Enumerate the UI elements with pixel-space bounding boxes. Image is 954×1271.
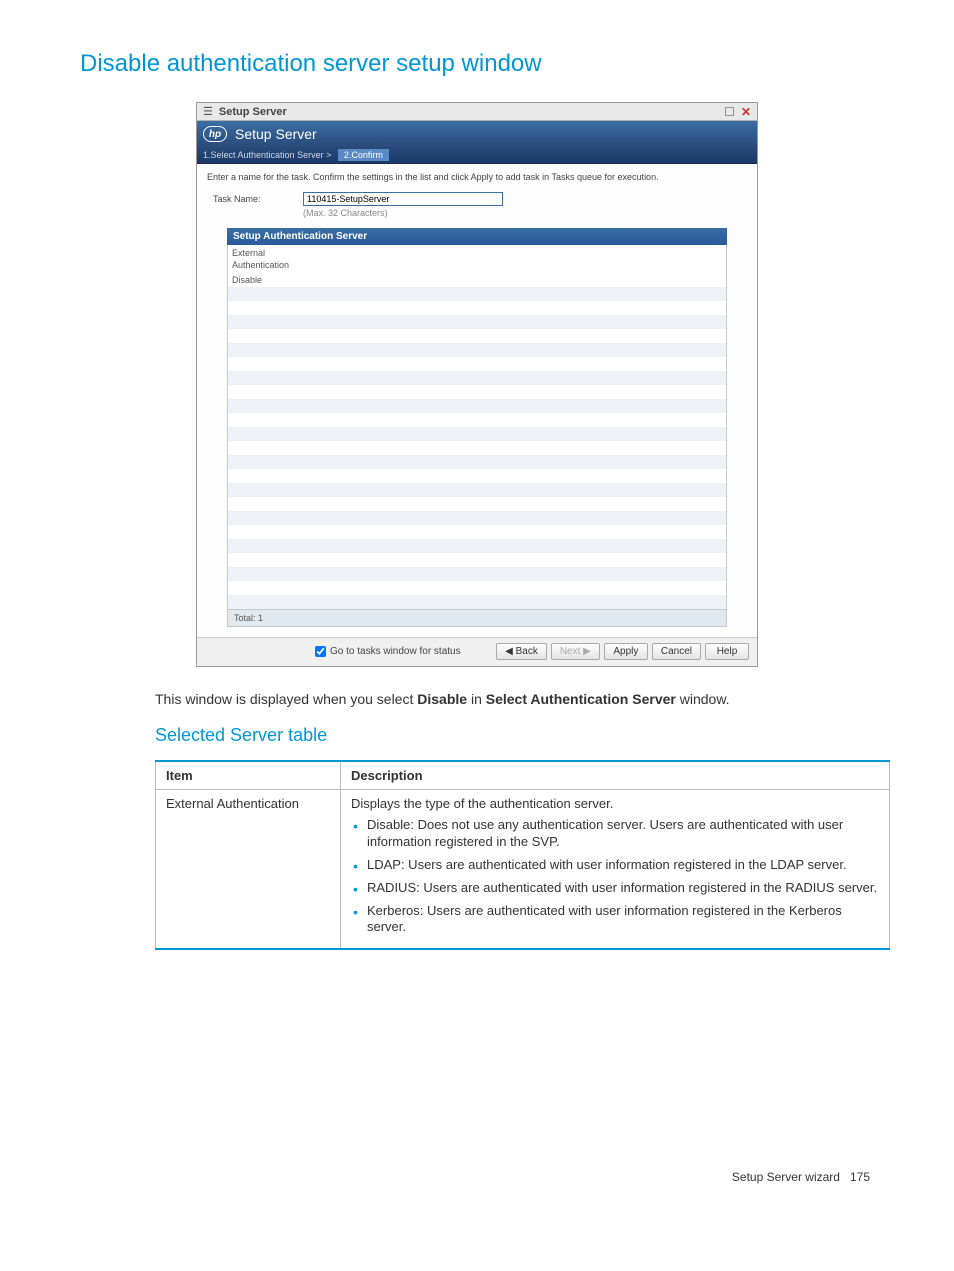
doc-td-desc: Displays the type of the authentication … [341,790,890,950]
body-text-bold1: Disable [417,691,467,707]
table-row-empty [228,329,726,343]
table-row-empty [228,315,726,329]
doc-th-desc: Description [341,761,890,790]
task-name-row: Task Name: (Max. 32 Characters) [207,192,747,218]
table-row-empty [228,413,726,427]
close-icon[interactable]: ✕ [741,105,751,119]
wizard-step-separator: > [326,150,331,160]
table-total: Total: 1 [227,610,727,627]
content-area: Enter a name for the task. Confirm the s… [197,164,757,637]
table-row-empty [228,385,726,399]
list-item: RADIUS: Users are authenticated with use… [351,880,879,897]
next-button-label: Next [560,646,581,657]
body-text-post: window. [676,691,730,707]
wizard-step-2: 2.Confirm [338,149,389,161]
table-row-empty [228,483,726,497]
doc-td-item: External Authentication [156,790,341,950]
doc-th-item: Item [156,761,341,790]
cancel-button[interactable]: Cancel [652,643,701,660]
list-item: Disable: Does not use any authentication… [351,817,879,851]
footer-bar: Go to tasks window for status ◀ Back Nex… [197,637,757,666]
back-button-label: Back [516,646,538,657]
list-item: LDAP: Users are authenticated with user … [351,857,879,874]
apply-button[interactable]: Apply [604,643,648,660]
table-row-empty [228,511,726,525]
list-item: Kerberos: Users are authenticated with u… [351,903,879,937]
table-row-empty [228,567,726,581]
body-text: This window is displayed when you select… [155,691,874,707]
table-row-empty [228,469,726,483]
footer-page-num: 175 [850,1170,870,1184]
next-button: Next ▶ [551,643,600,660]
maximize-icon[interactable]: ☐ [724,105,735,119]
body-text-mid: in [467,691,486,707]
body-text-bold2: Select Authentication Server [486,691,676,707]
instructions-text: Enter a name for the task. Confirm the s… [207,172,747,182]
table-cell: Disable [228,273,310,287]
table-row-empty [228,525,726,539]
table-row-empty [228,455,726,469]
table-row-empty [228,427,726,441]
help-button[interactable]: Help [705,643,749,660]
window-title-bar: ☰ Setup Server ☐ ✕ [197,103,757,121]
page-footer: Setup Server wizard 175 [80,1170,874,1184]
page-heading: Disable authentication server setup wind… [80,50,874,78]
table-row-empty [228,357,726,371]
auth-server-table-heading: Setup Authentication Server [227,228,727,245]
body-text-pre: This window is displayed when you select [155,691,417,707]
table-header-col1-line2: Authentication [232,260,289,270]
setup-server-window: ☰ Setup Server ☐ ✕ hp Setup Server 1.Sel… [196,102,758,667]
goto-tasks-checkbox-wrap[interactable]: Go to tasks window for status [315,646,461,657]
table-row-empty [228,539,726,553]
doc-desc-intro: Displays the type of the authentication … [351,796,879,811]
goto-tasks-label: Go to tasks window for status [330,646,461,657]
table-header-row: External Authentication [228,245,726,273]
table-row-empty [228,287,726,301]
back-button[interactable]: ◀ Back [496,643,547,660]
collapse-icon[interactable]: ☰ [203,105,213,118]
table-row-empty [228,497,726,511]
table-row-empty [228,301,726,315]
table-row-empty [228,581,726,595]
table-row-empty [228,343,726,357]
window-header-title: Setup Server [235,126,317,142]
wizard-steps: 1.Select Authentication Server > 2.Confi… [197,147,757,164]
task-name-hint: (Max. 32 Characters) [303,208,503,218]
auth-server-table: External Authentication Disable [227,245,727,610]
selected-server-table: Item Description External Authentication… [155,760,890,950]
footer-label: Setup Server wizard [732,1170,840,1184]
window-header: hp Setup Server [197,121,757,147]
window-title: Setup Server [219,106,718,118]
table-header-col1: External Authentication [228,245,310,273]
task-name-input[interactable] [303,192,503,206]
table-row-empty [228,371,726,385]
wizard-step-1[interactable]: 1.Select Authentication Server [203,150,324,160]
table-row-empty [228,399,726,413]
task-name-label: Task Name: [213,192,303,204]
table-row-empty [228,553,726,567]
table-header-col1-line1: External [232,248,265,258]
sub-heading: Selected Server table [155,725,874,746]
table-row-empty [228,441,726,455]
goto-tasks-checkbox[interactable] [315,646,326,657]
table-row-empty [228,595,726,609]
table-row[interactable]: Disable [228,273,726,287]
hp-logo-icon: hp [203,126,227,142]
